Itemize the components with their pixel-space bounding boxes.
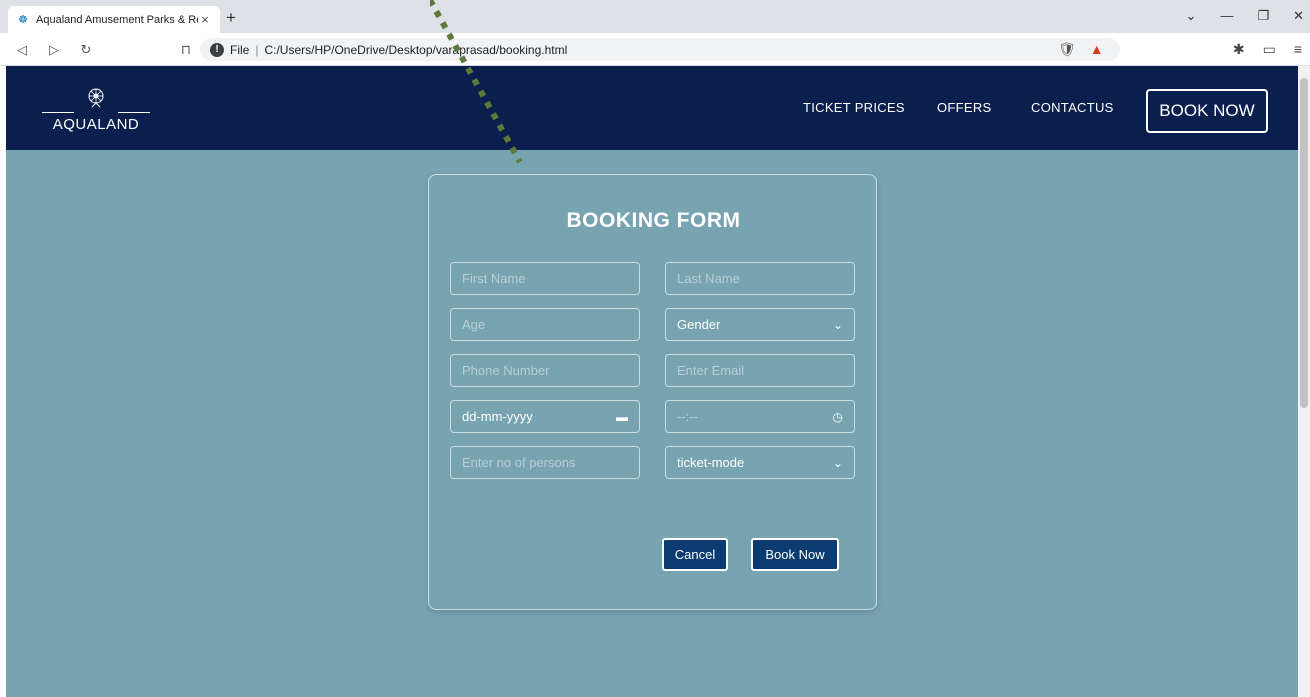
nav-link-ticket-prices[interactable]: TICKET PRICES xyxy=(803,100,905,115)
minimize-icon[interactable]: — xyxy=(1220,8,1233,24)
first-name-input[interactable]: First Name xyxy=(450,262,640,295)
browser-toolbar: ◁ ▷ ↻ ⊓ ! File | C:/Users/HP/OneDrive/De… xyxy=(0,33,1310,66)
first-name-placeholder: First Name xyxy=(462,271,526,286)
clock-icon[interactable]: ◷ xyxy=(833,410,843,424)
booking-form-card: BOOKING FORM First Name Last Name Age Ge… xyxy=(428,174,877,610)
reload-icon[interactable]: ↻ xyxy=(74,42,98,58)
window-controls: ⌄ — ❐ ✕ xyxy=(1186,8,1304,24)
last-name-placeholder: Last Name xyxy=(677,271,740,286)
toolbar-right-icons: ✱ ▭ ≡ xyxy=(1233,41,1302,58)
address-bar[interactable]: ! File | C:/Users/HP/OneDrive/Desktop/va… xyxy=(200,38,1120,61)
address-prefix: File xyxy=(230,42,250,57)
brave-rewards-icon[interactable]: ▲ xyxy=(1090,41,1104,58)
scrollbar-thumb[interactable] xyxy=(1300,78,1308,408)
email-input[interactable]: Enter Email xyxy=(665,354,855,387)
extensions-icon[interactable]: ✱ xyxy=(1233,41,1245,58)
back-icon[interactable]: ◁ xyxy=(10,42,34,58)
time-input[interactable]: --:-- ◷ xyxy=(665,400,855,433)
last-name-input[interactable]: Last Name xyxy=(665,262,855,295)
chevron-down-icon: ⌄ xyxy=(832,317,843,332)
brave-icons: 🛡 ▲ xyxy=(1058,41,1104,58)
site-favicon-icon: ☸ xyxy=(18,13,28,26)
nav-link-contactus[interactable]: CONTACTUS xyxy=(1031,100,1114,115)
restore-icon[interactable]: ❐ xyxy=(1257,8,1269,24)
nav-link-offers[interactable]: OFFERS xyxy=(937,100,992,115)
chevron-down-icon: ⌄ xyxy=(832,455,843,470)
window-close-icon[interactable]: ✕ xyxy=(1293,8,1304,24)
phone-input[interactable]: Phone Number xyxy=(450,354,640,387)
ticket-mode-value: ticket-mode xyxy=(677,455,745,470)
age-placeholder: Age xyxy=(462,317,486,332)
wallet-icon[interactable]: ▭ xyxy=(1263,41,1276,58)
logo-line-left xyxy=(42,112,74,113)
booking-form-title: BOOKING FORM xyxy=(566,209,741,232)
brave-shield-icon[interactable]: 🛡 xyxy=(1058,41,1076,58)
browser-tab-strip: ☸ Aqualand Amusement Parks & Re × + ⌄ — … xyxy=(0,0,1310,33)
site-navbar: AQUALAND TICKET PRICES OFFERS CONTACTUS … xyxy=(6,66,1298,150)
time-placeholder: --:-- xyxy=(677,409,698,424)
cancel-button[interactable]: Cancel xyxy=(662,538,728,571)
email-placeholder: Enter Email xyxy=(677,363,745,378)
calendar-icon[interactable]: ▬ xyxy=(616,410,628,424)
logo-line-right xyxy=(118,112,150,113)
address-separator: | xyxy=(255,42,259,57)
browser-tab[interactable]: ☸ Aqualand Amusement Parks & Re × xyxy=(8,6,220,33)
gender-value: Gender xyxy=(677,317,721,332)
ferris-wheel-icon xyxy=(88,88,104,108)
menu-icon[interactable]: ≡ xyxy=(1294,41,1302,58)
tab-close-icon[interactable]: × xyxy=(198,12,212,27)
date-input[interactable]: dd-mm-yyyy ▬ xyxy=(450,400,640,433)
new-tab-icon[interactable]: + xyxy=(226,8,236,28)
tab-search-icon[interactable]: ⌄ xyxy=(1186,8,1197,24)
gender-select[interactable]: Gender ⌄ xyxy=(665,308,855,341)
age-input[interactable]: Age xyxy=(450,308,640,341)
book-now-button[interactable]: Book Now xyxy=(751,538,839,571)
persons-placeholder: Enter no of persons xyxy=(462,455,576,470)
vertical-scrollbar[interactable] xyxy=(1298,66,1310,697)
info-icon[interactable]: ! xyxy=(210,42,224,57)
page-viewport: AQUALAND TICKET PRICES OFFERS CONTACTUS … xyxy=(6,66,1298,697)
tab-title: Aqualand Amusement Parks & Re xyxy=(36,13,198,26)
persons-input[interactable]: Enter no of persons xyxy=(450,446,640,479)
ticket-mode-select[interactable]: ticket-mode ⌄ xyxy=(665,446,855,479)
forward-icon[interactable]: ▷ xyxy=(42,42,66,58)
site-logo[interactable]: AQUALAND xyxy=(40,86,152,134)
bookmark-icon[interactable]: ⊓ xyxy=(174,42,198,58)
nav-book-now-button[interactable]: BOOK NOW xyxy=(1146,89,1268,133)
date-placeholder: dd-mm-yyyy xyxy=(462,409,533,424)
logo-text: AQUALAND xyxy=(52,116,140,133)
phone-placeholder: Phone Number xyxy=(462,363,550,378)
annotation-dotted-line xyxy=(430,0,523,164)
